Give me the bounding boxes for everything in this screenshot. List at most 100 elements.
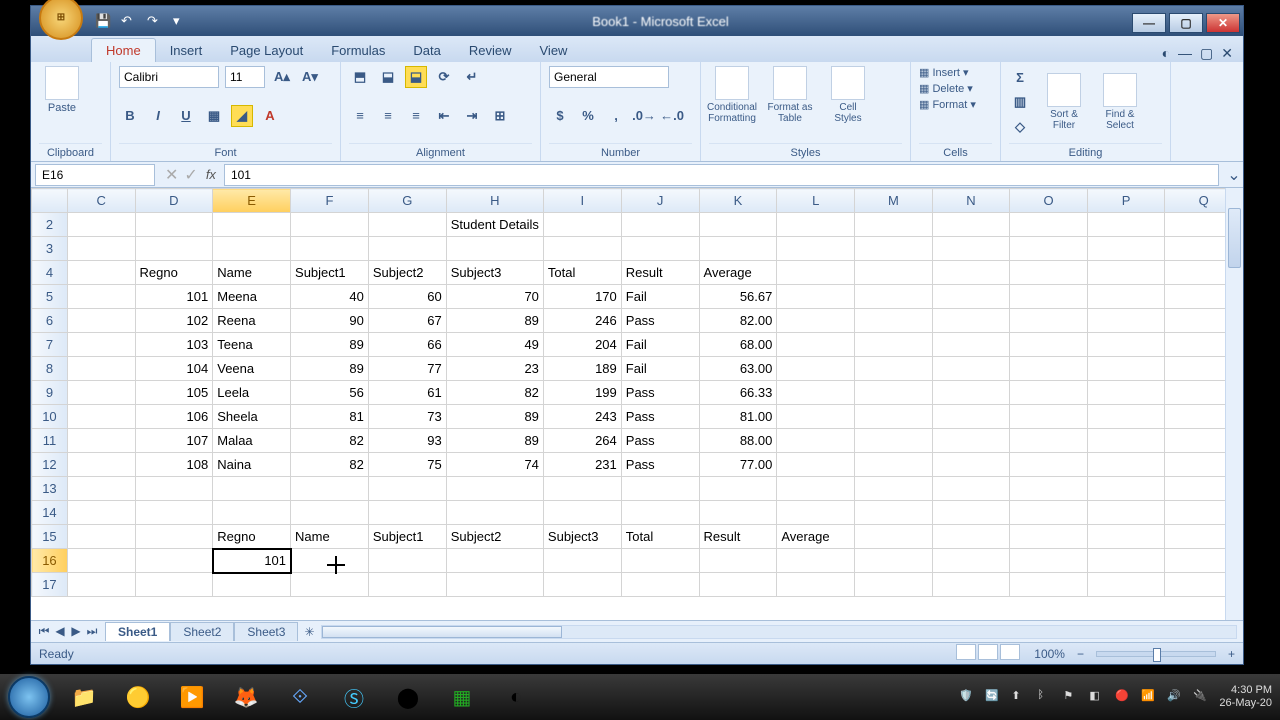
cell-D14[interactable]	[135, 501, 213, 525]
cell-L8[interactable]	[777, 357, 855, 381]
cell-J13[interactable]	[621, 477, 699, 501]
increase-decimal-icon[interactable]: .0→	[633, 105, 655, 127]
taskbar-clock[interactable]: 4:30 PM 26-May-20	[1219, 684, 1272, 710]
cell-J11[interactable]: Pass	[621, 429, 699, 453]
name-box[interactable]	[35, 164, 155, 186]
cell-M15[interactable]	[855, 525, 933, 549]
tray-bluetooth-icon[interactable]: ᛒ	[1037, 689, 1053, 705]
cell-P6[interactable]	[1087, 309, 1165, 333]
cell-D6[interactable]: 102	[135, 309, 213, 333]
cell-J8[interactable]: Fail	[621, 357, 699, 381]
cell-I17[interactable]	[543, 573, 621, 597]
horizontal-scrollbar[interactable]	[321, 625, 1237, 639]
cell-P11[interactable]	[1087, 429, 1165, 453]
cell-C10[interactable]	[67, 405, 135, 429]
wrap-text-button[interactable]: ↵	[461, 66, 483, 88]
bluetooth-icon[interactable]: ⟐	[280, 677, 320, 717]
cell-G10[interactable]: 73	[368, 405, 446, 429]
clear-icon[interactable]: ◇	[1009, 116, 1031, 138]
cell-N16[interactable]	[932, 549, 1010, 573]
cell-E14[interactable]	[213, 501, 291, 525]
cell-N11[interactable]	[932, 429, 1010, 453]
cell-L10[interactable]	[777, 405, 855, 429]
cell-K3[interactable]	[699, 237, 777, 261]
italic-button[interactable]: I	[147, 105, 169, 127]
tray-icon[interactable]: 🔄	[985, 689, 1001, 705]
cell-F6[interactable]: 90	[291, 309, 369, 333]
cell-F14[interactable]	[291, 501, 369, 525]
cell-L7[interactable]	[777, 333, 855, 357]
cell-H16[interactable]	[446, 549, 543, 573]
cell-K6[interactable]: 82.00	[699, 309, 777, 333]
orientation-icon[interactable]: ⟳	[433, 66, 455, 88]
align-left-icon[interactable]: ≡	[349, 105, 371, 127]
cell-G6[interactable]: 67	[368, 309, 446, 333]
sort-filter-button[interactable]: Sort & Filter	[1041, 73, 1087, 131]
cell-D9[interactable]: 105	[135, 381, 213, 405]
cell-O11[interactable]	[1010, 429, 1088, 453]
cell-F7[interactable]: 89	[291, 333, 369, 357]
cell-C8[interactable]	[67, 357, 135, 381]
sheet-tab-1[interactable]: Sheet1	[105, 622, 170, 641]
cell-C14[interactable]	[67, 501, 135, 525]
cell-M13[interactable]	[855, 477, 933, 501]
cell-L14[interactable]	[777, 501, 855, 525]
cell-M6[interactable]	[855, 309, 933, 333]
cell-C5[interactable]	[67, 285, 135, 309]
cell-O12[interactable]	[1010, 453, 1088, 477]
col-header-H[interactable]: H	[446, 189, 543, 213]
excel-taskbar-icon[interactable]: ▦	[442, 677, 482, 717]
decrease-indent-icon[interactable]: ⇤	[433, 105, 455, 127]
cell-N4[interactable]	[932, 261, 1010, 285]
cell-O16[interactable]	[1010, 549, 1088, 573]
underline-button[interactable]: U	[175, 105, 197, 127]
cell-O5[interactable]	[1010, 285, 1088, 309]
cell-E15[interactable]: Regno	[213, 525, 291, 549]
cell-O15[interactable]	[1010, 525, 1088, 549]
row-header-16[interactable]: 16	[32, 549, 68, 573]
cell-G13[interactable]	[368, 477, 446, 501]
first-sheet-icon[interactable]: ⏮	[37, 624, 51, 639]
cell-C13[interactable]	[67, 477, 135, 501]
format-as-table-button[interactable]: Format as Table	[767, 66, 813, 124]
close-button[interactable]: ✕	[1206, 13, 1240, 33]
cell-O13[interactable]	[1010, 477, 1088, 501]
cell-P15[interactable]	[1087, 525, 1165, 549]
cell-F17[interactable]	[291, 573, 369, 597]
row-header-7[interactable]: 7	[32, 333, 68, 357]
cell-N10[interactable]	[932, 405, 1010, 429]
increase-indent-icon[interactable]: ⇥	[461, 105, 483, 127]
cell-D7[interactable]: 103	[135, 333, 213, 357]
cell-F10[interactable]: 81	[291, 405, 369, 429]
cell-G9[interactable]: 61	[368, 381, 446, 405]
cell-L16[interactable]	[777, 549, 855, 573]
cell-K17[interactable]	[699, 573, 777, 597]
cell-K8[interactable]: 63.00	[699, 357, 777, 381]
number-format-combo[interactable]	[549, 66, 669, 88]
cancel-icon[interactable]: ✕	[165, 165, 178, 185]
cell-M4[interactable]	[855, 261, 933, 285]
tray-icon[interactable]: ◧	[1089, 689, 1105, 705]
cell-P5[interactable]	[1087, 285, 1165, 309]
cell-I15[interactable]: Subject3	[543, 525, 621, 549]
new-sheet-icon[interactable]: ✳	[304, 625, 314, 639]
tab-formulas[interactable]: Formulas	[317, 39, 399, 62]
tray-volume-icon[interactable]: 🔊	[1167, 689, 1183, 705]
cell-E12[interactable]: Naina	[213, 453, 291, 477]
sheet-tab-3[interactable]: Sheet3	[234, 622, 298, 641]
cell-I10[interactable]: 243	[543, 405, 621, 429]
start-button[interactable]	[8, 676, 50, 718]
office-button[interactable]: ⊞	[39, 0, 83, 40]
tab-view[interactable]: View	[526, 39, 582, 62]
tray-icon[interactable]: 🔴	[1115, 689, 1131, 705]
cell-N14[interactable]	[932, 501, 1010, 525]
cell-O10[interactable]	[1010, 405, 1088, 429]
cell-G3[interactable]	[368, 237, 446, 261]
save-icon[interactable]: 💾	[95, 13, 111, 29]
cell-O6[interactable]	[1010, 309, 1088, 333]
cell-C11[interactable]	[67, 429, 135, 453]
cell-F8[interactable]: 89	[291, 357, 369, 381]
formula-input[interactable]	[224, 164, 1219, 186]
cell-J6[interactable]: Pass	[621, 309, 699, 333]
autosum-icon[interactable]: Σ	[1009, 66, 1031, 88]
